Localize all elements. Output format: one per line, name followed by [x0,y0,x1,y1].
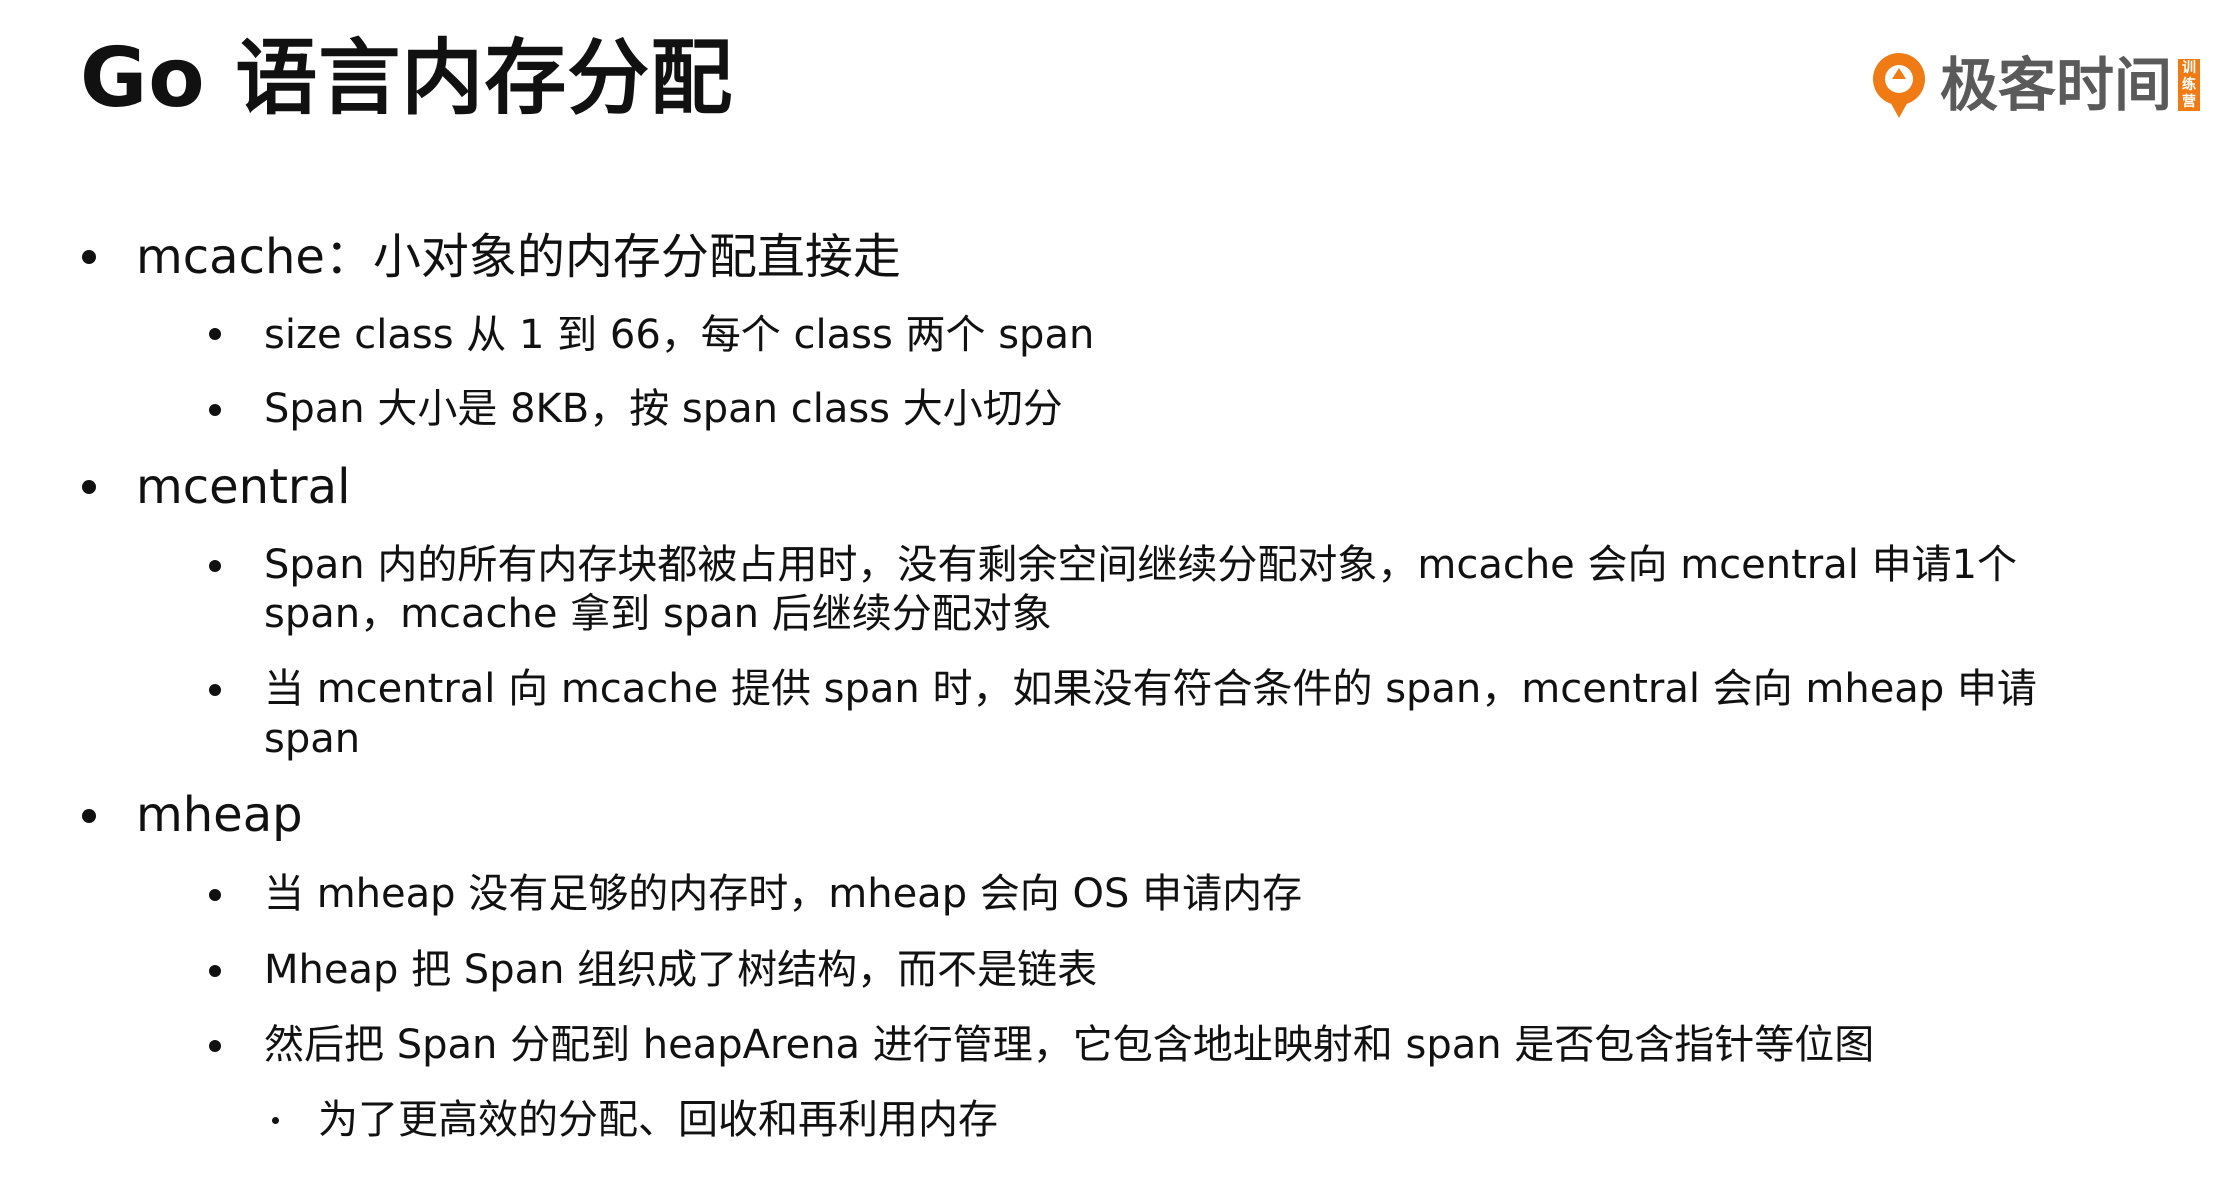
bullet-dot [82,480,96,494]
bullet-dot [82,809,96,823]
bullet-dot [272,1117,279,1124]
bullet-dot [209,404,221,416]
bullet-dot [209,889,221,901]
bullet-mheap-tree: Mheap 把 Span 组织成了树结构，而不是链表 [264,947,1098,993]
bullet-mcentral-2-line2: span [264,716,361,762]
bullet-mheap-heaparena: 然后把 Span 分配到 heapArena 进行管理，它包含地址映射和 spa… [264,1022,1875,1068]
bullet-mcentral: mcentral [136,459,351,515]
bullet-dot [82,250,96,264]
bullet-mcentral-1-line1: Span 内的所有内存块都被占用时，没有剩余空间继续分配对象，mcache 会向… [264,542,2018,588]
bullet-mcache-span-size: Span 大小是 8KB，按 span class 大小切分 [264,386,1063,432]
bullet-dot [209,328,221,340]
bullet-dot [209,684,221,696]
bullet-mcentral-2-line1: 当 mcentral 向 mcache 提供 span 时，如果没有符合条件的 … [264,666,2037,712]
bullet-dot [209,1040,221,1052]
bullet-mcache-size-class: size class 从 1 到 66，每个 class 两个 span [264,312,1095,358]
bullet-mcentral-1-line2: span，mcache 拿到 span 后继续分配对象 [264,591,1052,637]
slide-content: mcache：小对象的内存分配直接走 size class 从 1 到 66，每… [0,0,2240,1204]
bullet-dot [209,965,221,977]
bullet-mcache: mcache：小对象的内存分配直接走 [136,229,901,285]
bullet-dot [209,560,221,572]
bullet-mheap: mheap [136,787,303,843]
bullet-mheap-efficiency: 为了更高效的分配、回收和再利用内存 [318,1097,998,1143]
bullet-mheap-os: 当 mheap 没有足够的内存时，mheap 会向 OS 申请内存 [264,871,1303,917]
